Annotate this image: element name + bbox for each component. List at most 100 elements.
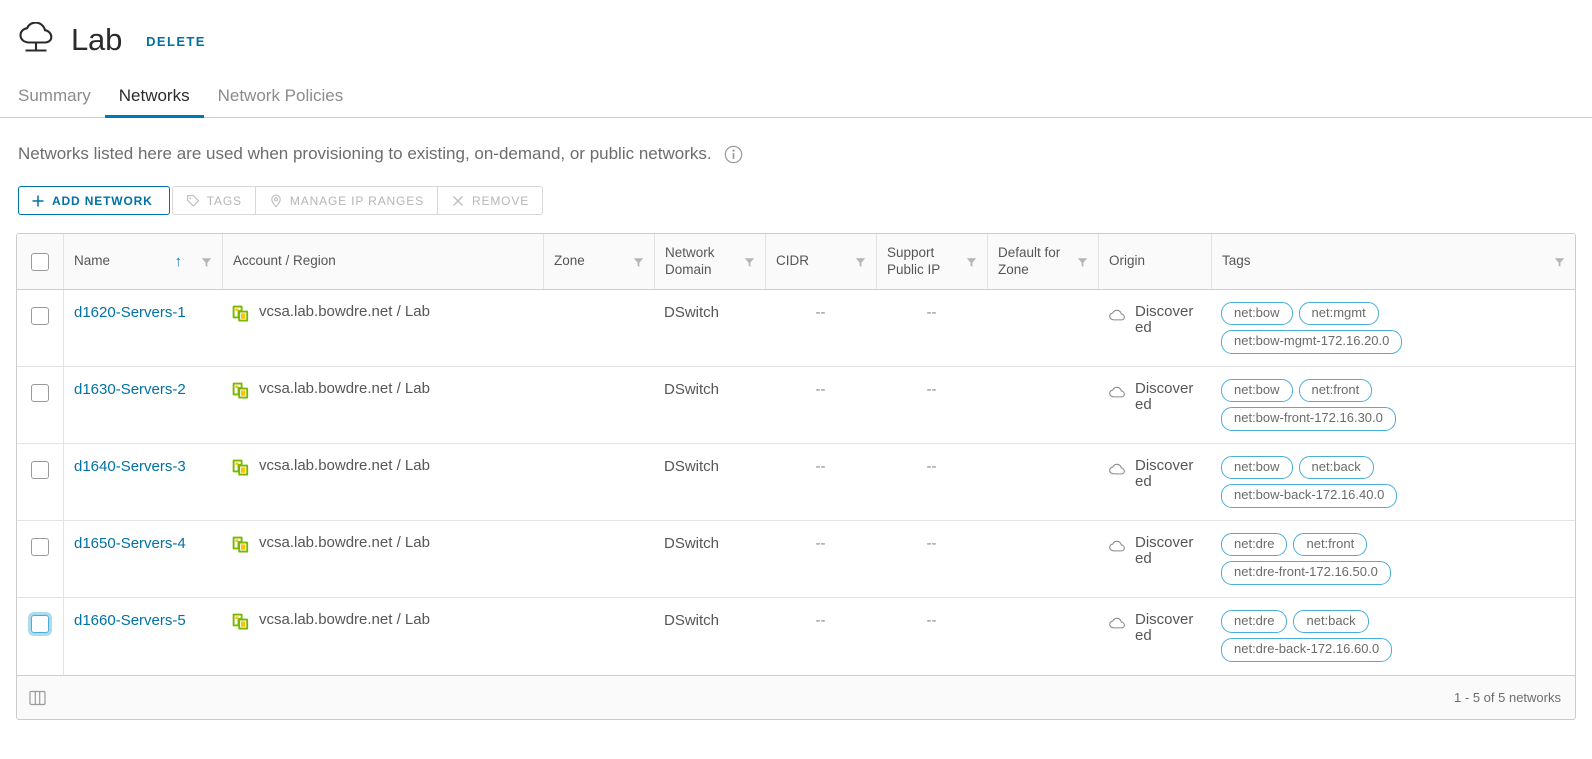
row-select-checkbox[interactable] — [31, 538, 49, 556]
row-select-checkbox[interactable] — [31, 384, 49, 402]
delete-button[interactable]: DELETE — [146, 34, 206, 49]
network-name-link[interactable]: d1640-Servers-3 — [74, 458, 186, 475]
row-select-checkbox[interactable] — [31, 461, 49, 479]
tag-chip[interactable]: net:back — [1298, 456, 1374, 480]
tag-chip[interactable]: net:dre — [1221, 610, 1288, 634]
origin: Discovered — [1108, 304, 1197, 336]
column-header-network-domain[interactable]: Network Domain — [654, 234, 765, 289]
account-region: vcsa.lab.bowdre.net / Lab — [232, 534, 430, 554]
filter-icon — [633, 256, 644, 267]
row-support-public-ip-cell: -- — [876, 367, 987, 443]
tag-chip[interactable]: net:dre-front-172.16.50.0 — [1221, 561, 1391, 585]
tab-network-policies[interactable]: Network Policies — [204, 86, 358, 118]
network-name-link[interactable]: d1650-Servers-4 — [74, 535, 186, 552]
action-toolbar: ADD NETWORK TAGS MANAGE IP RANGES REMOVE — [18, 186, 1592, 215]
cidr-value: -- — [815, 458, 826, 475]
column-header-account-region-label: Account / Region — [233, 253, 336, 269]
add-network-label: ADD NETWORK — [52, 193, 153, 208]
tag-chip[interactable]: net:bow — [1221, 456, 1293, 480]
row-tags-cell: net:bow net:back net:bow-back-172.16.40.0 — [1211, 444, 1575, 520]
row-network-domain-cell: DSwitch — [654, 521, 765, 597]
column-panel-icon[interactable] — [29, 690, 46, 706]
tag-chip[interactable]: net:bow-front-172.16.30.0 — [1221, 407, 1396, 431]
tag-chip[interactable]: net:back — [1293, 610, 1369, 634]
tag-chip[interactable]: net:dre-back-172.16.60.0 — [1221, 638, 1393, 662]
description-row: Networks listed here are used when provi… — [0, 118, 1592, 164]
tab-networks[interactable]: Networks — [104, 86, 204, 118]
column-header-name[interactable]: Name ↑ — [63, 234, 222, 289]
column-header-support-public-ip-label: Support Public IP — [887, 244, 941, 277]
filter-icon — [1077, 256, 1088, 267]
column-header-support-public-ip[interactable]: Support Public IP — [876, 234, 987, 289]
row-origin-cell: Discovered — [1098, 367, 1211, 443]
network-domain-value: DSwitch — [664, 381, 720, 398]
table-row[interactable]: d1630-Servers-2 vcsa.lab.bowdre.net / Lab… — [17, 367, 1575, 444]
support-public-ip-value: -- — [926, 612, 937, 629]
select-all-checkbox[interactable] — [31, 252, 49, 271]
filter-slot-default-for-zone[interactable] — [1073, 256, 1088, 267]
info-icon[interactable] — [724, 145, 743, 164]
tab-summary[interactable]: Summary — [18, 86, 105, 118]
table-row[interactable]: d1640-Servers-3 vcsa.lab.bowdre.net / Lab… — [17, 444, 1575, 521]
filter-slot[interactable] — [192, 256, 212, 267]
sort-ascending-icon[interactable]: ↑ — [175, 254, 183, 269]
row-select-checkbox[interactable] — [31, 307, 49, 325]
row-network-domain-cell: DSwitch — [654, 444, 765, 520]
row-account-region-cell: vcsa.lab.bowdre.net / Lab — [222, 521, 543, 597]
table-header-row: Name ↑ Account / Region Zone Network Dom… — [17, 234, 1575, 290]
tag-chip[interactable]: net:mgmt — [1298, 302, 1379, 326]
tags-button[interactable]: TAGS — [171, 186, 256, 215]
filter-slot-network-domain[interactable] — [740, 256, 755, 267]
column-header-origin[interactable]: Origin — [1098, 234, 1211, 289]
row-tags-cell: net:dre net:back net:dre-back-172.16.60.0 — [1211, 598, 1575, 675]
column-header-name-label: Name — [74, 253, 111, 269]
account-region: vcsa.lab.bowdre.net / Lab — [232, 303, 430, 323]
tag-chip[interactable]: net:bow-mgmt-172.16.20.0 — [1221, 330, 1403, 354]
tag-chip[interactable]: net:bow-back-172.16.40.0 — [1221, 484, 1398, 508]
filter-slot-zone[interactable] — [624, 256, 644, 267]
tag-chip[interactable]: net:front — [1298, 379, 1373, 403]
row-account-region-cell: vcsa.lab.bowdre.net / Lab — [222, 367, 543, 443]
add-network-button[interactable]: ADD NETWORK — [18, 186, 170, 215]
column-header-zone-label: Zone — [554, 253, 585, 269]
support-public-ip-value: -- — [926, 381, 937, 398]
account-region-text: vcsa.lab.bowdre.net / Lab — [259, 303, 430, 320]
cloud-icon — [1108, 306, 1127, 325]
network-domain-value: DSwitch — [664, 304, 720, 321]
network-name-link[interactable]: d1630-Servers-2 — [74, 381, 186, 398]
network-name-link[interactable]: d1620-Servers-1 — [74, 304, 186, 321]
column-header-network-domain-label: Network Domain — [665, 244, 715, 277]
column-header-account-region[interactable]: Account / Region — [222, 234, 543, 289]
cidr-value: -- — [815, 535, 826, 552]
table-row[interactable]: d1650-Servers-4 vcsa.lab.bowdre.net / Lab… — [17, 521, 1575, 598]
row-account-region-cell: vcsa.lab.bowdre.net / Lab — [222, 598, 543, 675]
tag-chip[interactable]: net:bow — [1221, 379, 1293, 403]
tag-chip[interactable]: net:front — [1293, 533, 1368, 557]
tag-chip[interactable]: net:dre — [1221, 533, 1288, 557]
filter-slot-support-public-ip[interactable] — [963, 256, 977, 267]
row-default-for-zone-cell — [987, 598, 1098, 675]
column-header-tags[interactable]: Tags — [1211, 234, 1575, 289]
row-select-checkbox[interactable] — [31, 615, 49, 633]
filter-slot-tags[interactable] — [1545, 256, 1565, 267]
column-header-default-for-zone[interactable]: Default for Zone — [987, 234, 1098, 289]
tab-bar: Summary Networks Network Policies — [0, 76, 1592, 118]
remove-button[interactable]: REMOVE — [437, 186, 544, 215]
filter-icon — [744, 256, 755, 267]
row-default-for-zone-cell — [987, 521, 1098, 597]
filter-slot-cidr[interactable] — [846, 256, 866, 267]
row-origin-cell: Discovered — [1098, 521, 1211, 597]
column-header-cidr[interactable]: CIDR — [765, 234, 876, 289]
cloud-icon — [1108, 614, 1127, 633]
table-row[interactable]: d1620-Servers-1 vcsa.lab.bowdre.net / Lab… — [17, 290, 1575, 367]
network-name-link[interactable]: d1660-Servers-5 — [74, 612, 186, 629]
column-header-zone[interactable]: Zone — [543, 234, 654, 289]
origin: Discovered — [1108, 458, 1197, 490]
table-body: d1620-Servers-1 vcsa.lab.bowdre.net / Lab… — [17, 290, 1575, 675]
row-cidr-cell: -- — [765, 290, 876, 366]
table-row[interactable]: d1660-Servers-5 vcsa.lab.bowdre.net / Lab… — [17, 598, 1575, 675]
origin: Discovered — [1108, 535, 1197, 567]
manage-ip-ranges-button[interactable]: MANAGE IP RANGES — [255, 186, 438, 215]
tag-chip[interactable]: net:bow — [1221, 302, 1293, 326]
tags-list: net:dre net:back net:dre-back-172.16.60.0 — [1221, 598, 1521, 662]
